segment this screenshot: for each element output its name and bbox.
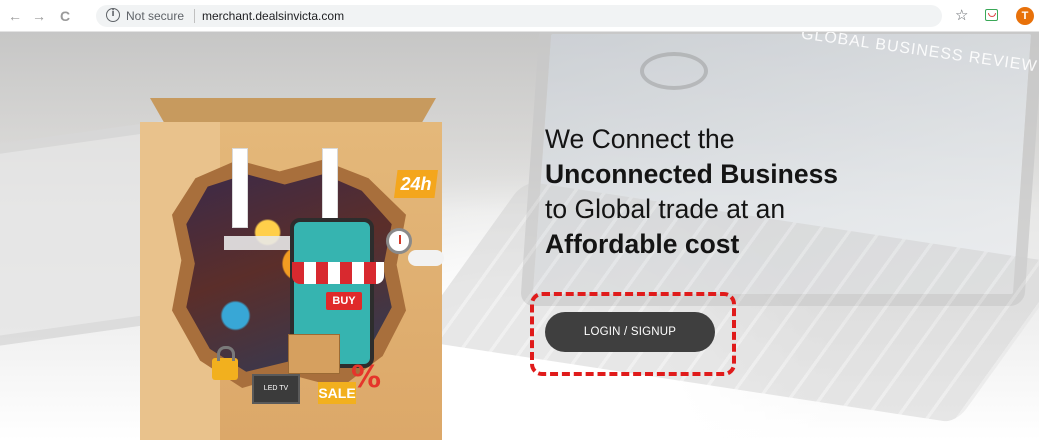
url-text[interactable]: merchant.dealsinvicta.com [202,9,344,23]
bookmark-star-icon[interactable]: ☆ [955,6,968,24]
browser-toolbar: ← → C i Not secure merchant.dealsinvicta… [0,0,1039,32]
cloud-icon [408,250,444,266]
background-glasses [640,52,708,90]
shopping-bag-illustration: BUY 24h LED TV SALE % [140,98,444,440]
headline-line-3: to Global trade at an [545,194,786,224]
address-bar[interactable]: i Not secure merchant.dealsinvicta.com [96,5,942,27]
package-box-icon [288,334,340,374]
login-signup-button[interactable]: LOGIN / SIGNUP [545,312,715,352]
reload-icon[interactable]: C [56,7,74,25]
percent-icon: % [350,360,382,395]
extension-icon[interactable] [985,9,998,21]
forward-icon[interactable]: → [30,7,48,25]
bag-handle-right [322,148,338,228]
info-icon[interactable]: i [106,8,120,22]
24h-badge-icon: 24h [394,170,438,198]
hero-section: GLOBAL BUSINESS REVIEW BUY 24h LED TV SA… [0,32,1039,440]
bag-handle-left [232,148,248,228]
address-separator [194,9,195,23]
padlock-icon [212,346,238,380]
headline-line-2: Unconnected Business [545,159,839,189]
security-status: Not secure [126,9,185,23]
headline-line-4: Affordable cost [545,229,740,259]
tv-box-icon: LED TV [252,374,300,404]
clock-icon [386,228,412,254]
headline-line-1: We Connect the [545,124,735,154]
back-icon[interactable]: ← [6,7,24,25]
profile-avatar[interactable]: T [1016,7,1034,25]
buy-sign: BUY [326,292,362,310]
hero-headline: We Connect the Unconnected Business to G… [545,122,838,262]
shop-awning-icon [292,262,384,284]
